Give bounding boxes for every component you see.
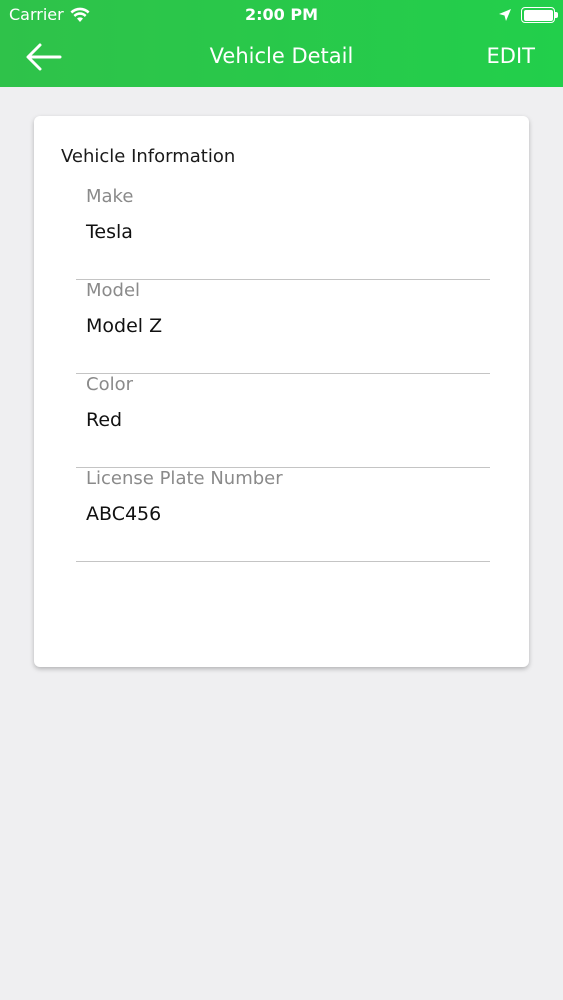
field-license-plate: License Plate Number ABC456 <box>76 468 490 562</box>
field-value: Model Z <box>86 315 163 337</box>
field-label: Model <box>86 280 141 301</box>
field-make: Make Tesla <box>76 186 490 280</box>
field-color: Color Red <box>76 374 490 468</box>
vehicle-info-card: Vehicle Information Make Tesla Model Mod… <box>34 116 529 667</box>
edit-button[interactable]: EDIT <box>487 44 535 68</box>
field-label: Color <box>86 374 133 395</box>
field-model: Model Model Z <box>76 280 490 374</box>
section-title: Vehicle Information <box>61 146 236 167</box>
location-arrow-icon <box>498 7 512 26</box>
field-label: Make <box>86 186 134 207</box>
field-label: License Plate Number <box>86 468 283 489</box>
battery-tip <box>555 12 558 18</box>
field-value: Tesla <box>86 221 133 243</box>
field-value: Red <box>86 409 123 431</box>
page-title: Vehicle Detail <box>209 44 354 68</box>
app-header: Carrier 2:00 PM Vehicle Detail EDIT <box>0 0 563 87</box>
status-bar: Carrier 2:00 PM <box>0 0 563 30</box>
battery-icon <box>521 7 555 23</box>
field-value: ABC456 <box>86 503 162 525</box>
status-time: 2:00 PM <box>244 5 318 24</box>
